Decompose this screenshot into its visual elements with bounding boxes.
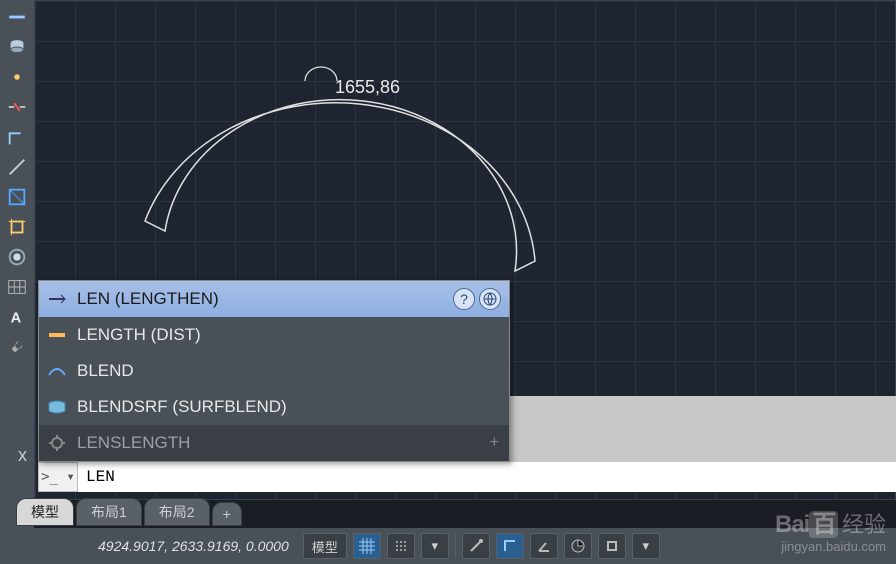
status-bar: 4924.9017, 2633.9169, 0.0000 模型 ▾ ▾ [0, 528, 896, 564]
close-panel-icon[interactable]: x [18, 445, 27, 466]
tool-corner-icon[interactable] [4, 124, 30, 150]
tool-cylinder-icon[interactable] [4, 34, 30, 60]
autocomplete-label: BLEND [77, 361, 134, 381]
tool-wrench-icon[interactable] [4, 334, 30, 360]
tool-line-icon[interactable] [4, 154, 30, 180]
autocomplete-item-dist[interactable]: LENGTH (DIST) [39, 317, 509, 353]
grid-toggle-icon[interactable] [353, 533, 381, 559]
autocomplete-label: LEN (LENGTHEN) [77, 289, 219, 309]
tool-crop-icon[interactable] [4, 214, 30, 240]
model-space-button[interactable]: 模型 [303, 533, 347, 559]
snap-toggle-icon[interactable] [462, 533, 490, 559]
autocomplete-popup: LEN (LENGTHEN) ? LENGTH (DIST) BLEND BLE… [38, 280, 510, 462]
tool-measure-icon[interactable] [4, 4, 30, 30]
tool-text-icon[interactable]: A [4, 304, 30, 330]
autocomplete-label: LENGTH (DIST) [77, 325, 201, 345]
dimension-value: 1655,86 [335, 77, 400, 98]
autocomplete-label: BLENDSRF (SURFBLEND) [77, 397, 287, 417]
tab-add[interactable]: + [212, 502, 242, 526]
lengthen-icon [47, 289, 67, 309]
svg-text:A: A [11, 311, 22, 327]
command-line: >_ ▾ [38, 462, 896, 492]
autocomplete-item-blendsrf[interactable]: BLENDSRF (SURFBLEND) [39, 389, 509, 425]
blendsrf-icon [47, 397, 67, 417]
command-prompt-icon[interactable]: >_ ▾ [38, 462, 78, 492]
angle-toggle-icon[interactable] [530, 533, 558, 559]
tool-break-icon[interactable] [4, 94, 30, 120]
layout-tabs: 模型 布局1 布局2 + [16, 500, 242, 526]
dist-icon [47, 325, 67, 345]
tab-layout2[interactable]: 布局2 [144, 498, 210, 526]
tool-render-icon[interactable] [4, 244, 30, 270]
tab-model[interactable]: 模型 [16, 498, 74, 526]
globe-icon[interactable] [479, 288, 501, 310]
ortho-toggle-icon[interactable] [496, 533, 524, 559]
help-icon[interactable]: ? [453, 288, 475, 310]
grid-dots-icon[interactable] [387, 533, 415, 559]
blend-icon [47, 361, 67, 381]
plus-icon[interactable]: + [490, 434, 499, 452]
polar-toggle-icon[interactable] [564, 533, 592, 559]
vertical-toolbar: A [0, 0, 34, 564]
osnap-toggle-icon[interactable] [598, 533, 626, 559]
arc-shape [95, 61, 555, 296]
tool-dot-icon[interactable] [4, 64, 30, 90]
command-input[interactable] [78, 462, 896, 492]
osnap-dropdown-icon[interactable]: ▾ [632, 533, 660, 559]
coordinates-readout: 4924.9017, 2633.9169, 0.0000 [98, 538, 289, 554]
autocomplete-item-lengthen[interactable]: LEN (LENGTHEN) ? [39, 281, 509, 317]
tool-table-icon[interactable] [4, 274, 30, 300]
dropdown-icon[interactable]: ▾ [421, 533, 449, 559]
autocomplete-item-blend[interactable]: BLEND [39, 353, 509, 389]
autocomplete-category: LENSLENGTH + [39, 425, 509, 461]
gear-icon [47, 433, 67, 453]
category-label: LENSLENGTH [77, 433, 190, 453]
tab-layout1[interactable]: 布局1 [76, 498, 142, 526]
tool-scale-icon[interactable] [4, 184, 30, 210]
dimension-arc-icon [303, 65, 339, 90]
